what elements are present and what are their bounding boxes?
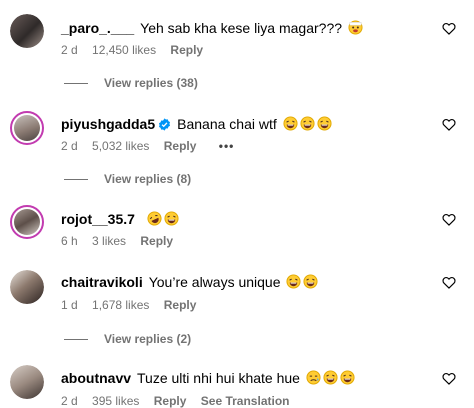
avatar[interactable]	[10, 14, 44, 48]
laughing-emoji-icon	[300, 116, 315, 131]
view-replies-button[interactable]: View replies (8)	[64, 172, 191, 186]
like-heart-icon[interactable]	[442, 22, 456, 35]
comment-likes[interactable]: 395 likes	[92, 394, 139, 408]
view-replies-label[interactable]: View replies (38)	[104, 76, 198, 90]
laughing-emoji-icon	[303, 274, 318, 289]
laughing-emoji-icon	[340, 370, 355, 385]
reply-button[interactable]: Reply	[164, 139, 197, 153]
comment-username[interactable]: _paro_.___	[61, 20, 134, 36]
comment-text: Banana chai wtf	[177, 116, 277, 132]
view-replies-dash	[64, 83, 88, 85]
comment-age: 2 d	[61, 43, 78, 57]
avatar[interactable]	[10, 270, 44, 304]
comment-likes[interactable]: 5,032 likes	[92, 139, 149, 153]
more-options-icon[interactable]: •••	[219, 139, 235, 153]
comment-age: 1 d	[61, 298, 78, 312]
view-replies-label[interactable]: View replies (2)	[104, 332, 191, 346]
like-heart-icon[interactable]	[442, 276, 456, 289]
laughing-emoji-icon	[164, 211, 179, 226]
comment-username[interactable]: aboutnavv	[61, 370, 131, 386]
face-with-head-bandage-emoji-icon	[348, 20, 363, 35]
rofl-emoji-icon	[147, 211, 162, 226]
see-translation-button[interactable]: See Translation	[201, 394, 290, 408]
verified-badge-icon	[159, 118, 171, 131]
reply-button[interactable]: Reply	[170, 43, 203, 57]
avatar[interactable]	[10, 111, 44, 145]
comment-username[interactable]: chaitravikoli	[61, 274, 143, 290]
like-heart-icon[interactable]	[442, 213, 456, 226]
comment-username[interactable]: piyushgadda5	[61, 116, 155, 132]
comment-age: 2 d	[61, 139, 78, 153]
reply-button[interactable]: Reply	[154, 394, 187, 408]
avatar[interactable]	[10, 205, 44, 239]
laughing-emoji-icon	[283, 116, 298, 131]
laughing-emoji-icon	[323, 370, 338, 385]
view-replies-label[interactable]: View replies (8)	[104, 172, 191, 186]
reply-button[interactable]: Reply	[164, 298, 197, 312]
view-replies-button[interactable]: View replies (38)	[64, 76, 198, 90]
comment-age: 2 d	[61, 394, 78, 408]
comment-likes[interactable]: 3 likes	[92, 234, 126, 248]
comment-age: 6 h	[61, 234, 78, 248]
avatar[interactable]	[10, 365, 44, 399]
crying-sweat-emoji-icon	[306, 370, 321, 385]
like-heart-icon[interactable]	[442, 372, 456, 385]
view-replies-dash	[64, 339, 88, 341]
like-heart-icon[interactable]	[442, 118, 456, 131]
view-replies-button[interactable]: View replies (2)	[64, 332, 191, 346]
laughing-emoji-icon	[286, 274, 301, 289]
comment-text: Yeh sab kha kese liya magar???	[140, 20, 343, 36]
view-replies-dash	[64, 179, 88, 181]
comment-text: You’re always unique	[148, 274, 281, 290]
comment-likes[interactable]: 12,450 likes	[92, 43, 156, 57]
comment-text: Tuze ulti nhi hui khate hue	[137, 370, 300, 386]
comment-likes[interactable]: 1,678 likes	[92, 298, 149, 312]
reply-button[interactable]: Reply	[140, 234, 173, 248]
laughing-emoji-icon	[317, 116, 332, 131]
comment-username[interactable]: rojot__35.7	[61, 211, 135, 227]
